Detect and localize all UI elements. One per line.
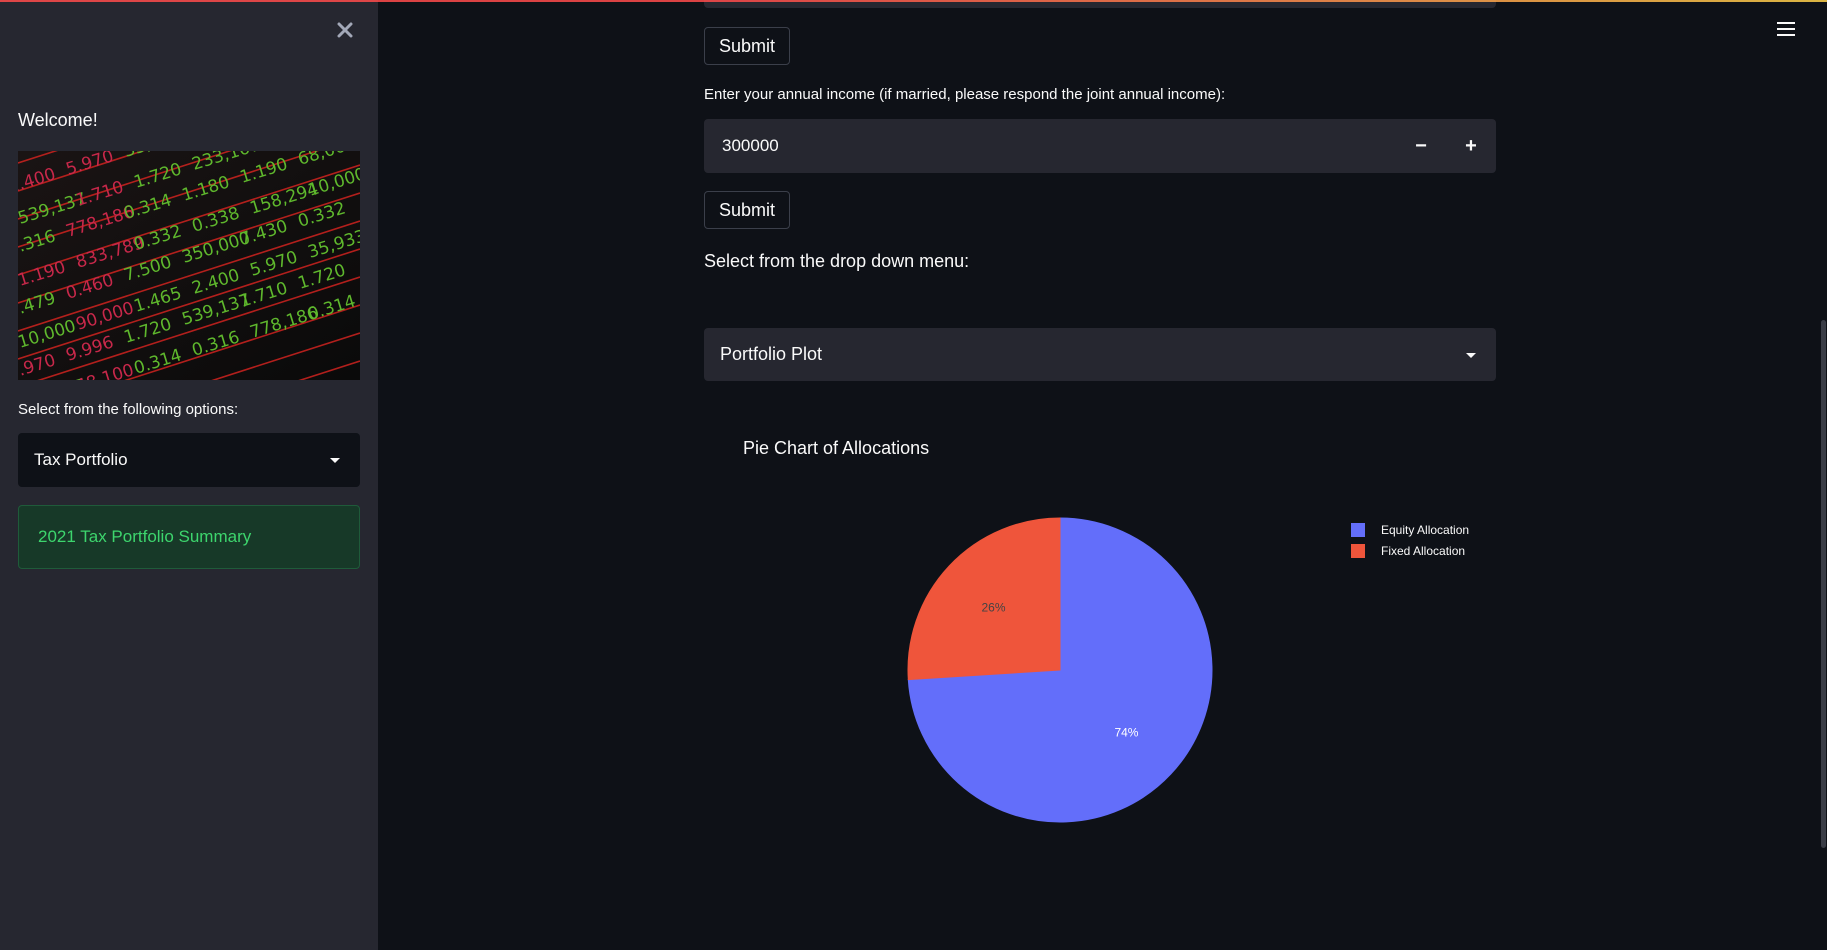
pie-label-fixed-allocation: 26%: [982, 601, 1006, 615]
hamburger-menu-icon: [1777, 22, 1795, 36]
submit-button-1[interactable]: Submit: [704, 27, 791, 65]
dropdown-label: Select from the drop down menu:: [704, 251, 970, 271]
plot-type-select-value: Portfolio Plot: [720, 344, 823, 364]
legend-label-fixed: Fixed Allocation: [1381, 543, 1466, 558]
legend-label-equity: Equity Allocation: [1381, 522, 1470, 537]
chart-legend: Equity Allocation Fixed Allocation: [1351, 519, 1469, 561]
pie-slice-fixed-allocation[interactable]: [907, 517, 1061, 681]
close-icon: [337, 22, 353, 38]
income-field[interactable]: [704, 135, 1396, 157]
sidebar-options-select[interactable]: Tax Portfolio: [18, 433, 360, 487]
pie-chart[interactable]: 74% 26%: [890, 500, 1230, 840]
sidebar: Welcome! 2.4005.97035,9335.9709.9961.720…: [0, 0, 378, 950]
close-sidebar-button[interactable]: [331, 16, 359, 44]
main-menu-button[interactable]: [1775, 18, 1797, 40]
chart-title: Pie Chart of Allocations: [743, 438, 930, 458]
income-number-input: − +: [704, 119, 1496, 173]
welcome-text: Welcome!: [18, 110, 98, 130]
scrollbar-thumb[interactable]: [1821, 320, 1826, 848]
increment-button[interactable]: +: [1446, 119, 1496, 173]
submit-button-2[interactable]: Submit: [704, 191, 791, 229]
decrement-button[interactable]: −: [1396, 119, 1446, 173]
legend-swatch-fixed: [1351, 543, 1365, 558]
plot-type-select[interactable]: Portfolio Plot: [704, 328, 1496, 381]
pie-label-equity-allocation: 74%: [1114, 725, 1138, 739]
summary-success-alert: 2021 Tax Portfolio Summary: [18, 505, 360, 569]
legend-swatch-equity: [1351, 522, 1365, 537]
chevron-down-icon: [330, 458, 340, 463]
top-decoration-line: [0, 0, 1827, 2]
legend-item-equity[interactable]: Equity Allocation: [1351, 519, 1469, 540]
sidebar-select-value: Tax Portfolio: [34, 450, 128, 469]
summary-text: 2021 Tax Portfolio Summary: [38, 527, 252, 546]
legend-item-fixed[interactable]: Fixed Allocation: [1351, 540, 1469, 561]
income-label: Enter your annual income (if married, pl…: [704, 86, 1226, 103]
chevron-down-icon: [1466, 352, 1476, 358]
stock-ticker-image: 2.4005.97035,9335.9709.9961.720539,1371.…: [18, 151, 360, 380]
options-label: Select from the following options:: [18, 401, 239, 418]
